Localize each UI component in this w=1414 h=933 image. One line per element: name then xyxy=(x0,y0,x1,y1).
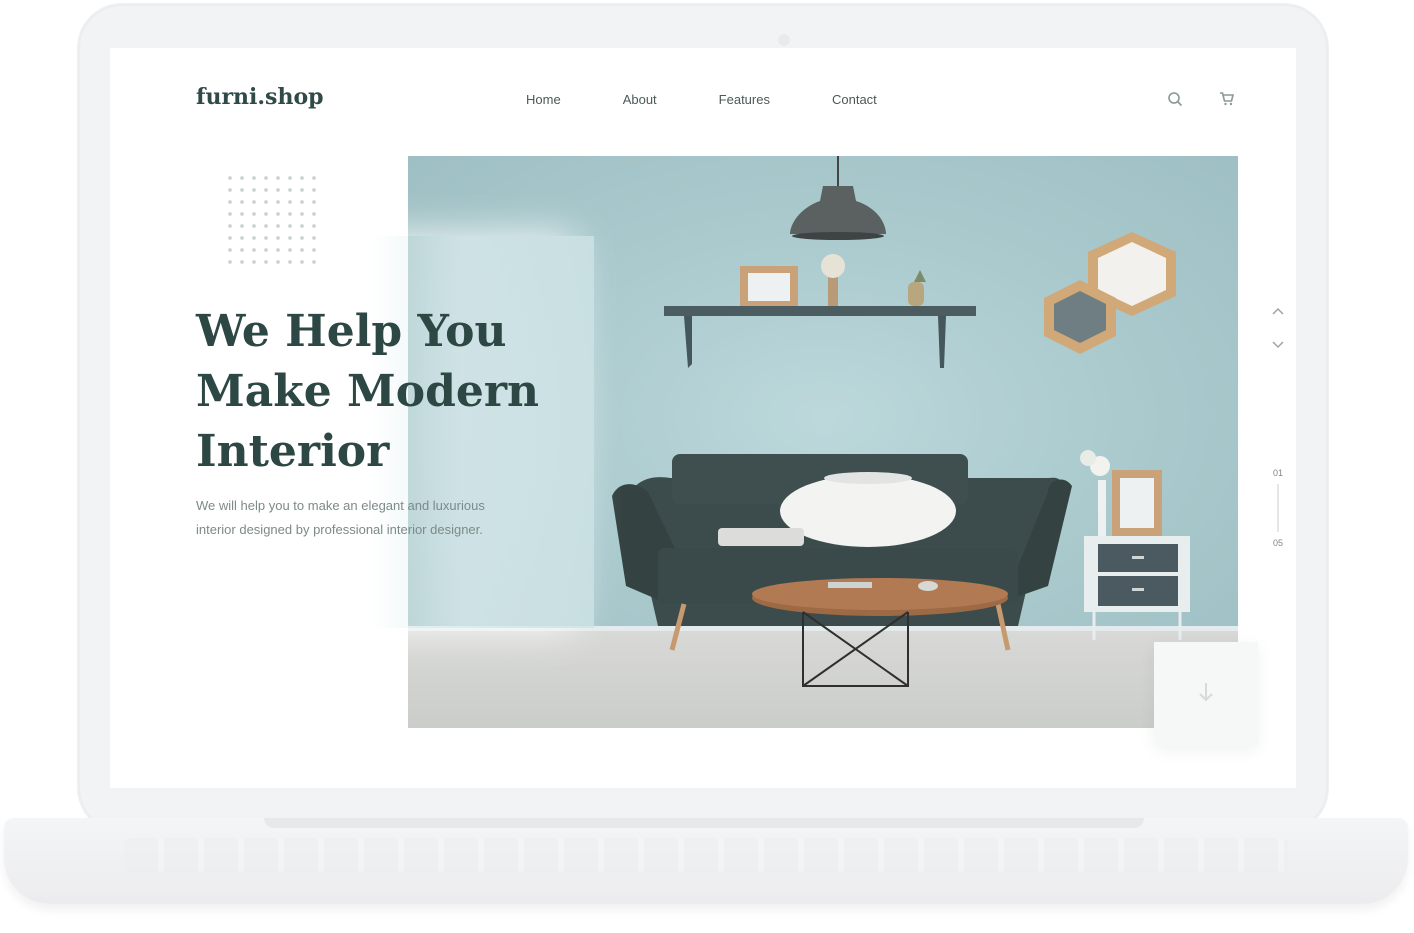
wall-shelf xyxy=(664,306,976,316)
slide-pager[interactable]: 01 05 xyxy=(1272,468,1284,558)
laptop-base xyxy=(4,818,1408,904)
hero-description: We will help you to make an elegant and … xyxy=(196,498,485,537)
nav-features[interactable]: Features xyxy=(719,92,770,107)
hero-headline: We Help You Make Modern Interior xyxy=(196,306,539,477)
site-logo[interactable]: furni.shop xyxy=(196,84,324,110)
website-screen: furni.shop Home About Features Contact W… xyxy=(110,48,1296,788)
pendant-lamp xyxy=(790,186,886,234)
search-icon[interactable] xyxy=(1164,88,1186,110)
arrow-down-icon xyxy=(1198,681,1214,708)
pillow xyxy=(780,475,956,547)
cart-icon[interactable] xyxy=(1216,88,1238,110)
main-nav: Home About Features Contact xyxy=(526,92,939,107)
pager-current: 01 xyxy=(1272,468,1283,478)
nav-about[interactable]: About xyxy=(623,92,657,107)
keyboard xyxy=(124,838,1288,872)
dot-grid-decoration xyxy=(224,172,320,272)
chevron-down-icon[interactable] xyxy=(1270,338,1286,352)
pager-total: 05 xyxy=(1272,538,1283,548)
camera-dot xyxy=(778,34,790,46)
pager-track xyxy=(1277,484,1279,532)
nav-home[interactable]: Home xyxy=(526,92,561,107)
nav-contact[interactable]: Contact xyxy=(832,92,877,107)
scroll-down-button[interactable] xyxy=(1154,642,1258,746)
chevron-up-icon[interactable] xyxy=(1270,304,1286,318)
